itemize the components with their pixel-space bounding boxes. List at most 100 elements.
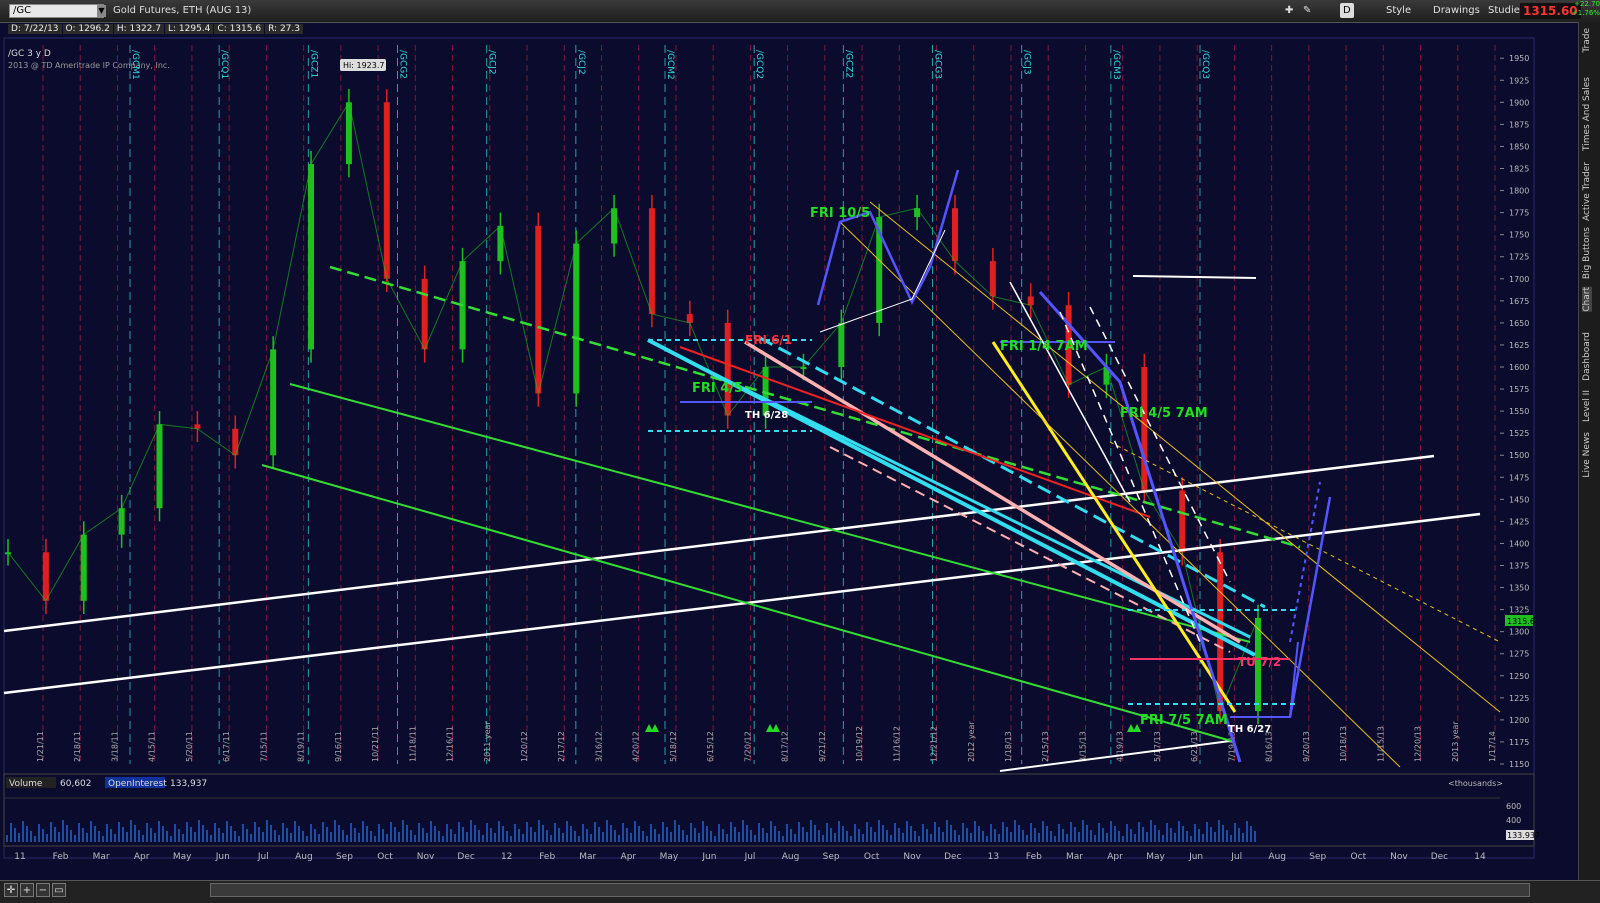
contract-label: /GCJ3: [1022, 50, 1032, 75]
volume-bar: [406, 825, 408, 842]
month-label: Jun: [1188, 852, 1203, 862]
zoom-out-icon[interactable]: −: [36, 883, 50, 897]
date-label: 8/16/13: [1265, 731, 1274, 762]
aggregation-button[interactable]: D: [1340, 3, 1354, 18]
price-chart[interactable]: /GC 3 y D 2013 @ TD Ameritrade IP Compan…: [0, 22, 1578, 880]
white-horizontal[interactable]: [1132, 275, 1257, 279]
date-label: 11/18/11: [408, 726, 417, 762]
cyan-dashed-line[interactable]: [759, 336, 1266, 609]
volume-bar: [1234, 823, 1236, 842]
volume-bar: [262, 832, 264, 842]
volume-bar: [86, 833, 88, 842]
date-label: 2/17/12: [557, 731, 566, 762]
volume-bar: [38, 824, 40, 842]
month-label: Jul: [257, 852, 269, 862]
crosshair-icon[interactable]: ✚: [1282, 3, 1296, 18]
pink-line[interactable]: [744, 340, 1241, 644]
volume-bar: [1026, 835, 1028, 842]
volume-bar: [222, 833, 224, 842]
volume-bar: [778, 831, 780, 842]
volume-bar: [422, 828, 424, 842]
contract-label: /GCM2: [665, 50, 675, 80]
drawings-button[interactable]: Drawings: [1430, 3, 1483, 18]
price-tick-label: 1900: [1509, 98, 1529, 107]
volume-bar: [102, 836, 104, 842]
volume-bar: [1046, 826, 1048, 842]
pencil-icon[interactable]: ✎: [1300, 3, 1314, 18]
volume-bar: [762, 828, 764, 842]
volume-bar: [1098, 823, 1100, 842]
price-series: [5, 89, 1261, 725]
style-button[interactable]: Style: [1383, 3, 1414, 18]
volume-bar: [342, 830, 344, 842]
sidebar-tab-level-ii[interactable]: Level II: [1582, 390, 1592, 422]
volume-bar: [46, 834, 48, 842]
volume-bar: [326, 827, 328, 842]
volume-bar: [1214, 832, 1216, 842]
volume-bar: [538, 820, 540, 842]
zoom-in-icon[interactable]: +: [20, 883, 34, 897]
volume-bar: [62, 820, 64, 842]
price-tick-label: 1375: [1509, 562, 1529, 571]
volume-bar: [962, 823, 964, 842]
volume-bar: [1154, 825, 1156, 842]
volume-bar: [1118, 831, 1120, 842]
sidebar-tab-chart[interactable]: Chart: [1582, 287, 1592, 312]
volume-bar: [874, 832, 876, 842]
volume-bar: [1190, 836, 1192, 842]
volume-bar: [514, 824, 516, 842]
sidebar-tab-big-buttons[interactable]: Big Buttons: [1582, 227, 1592, 279]
date-label: 1/18/13: [1004, 731, 1013, 762]
volume-bar: [446, 824, 448, 842]
month-label: 13: [988, 852, 999, 862]
contract-label: /GCM3: [1111, 50, 1121, 80]
symbol-input[interactable]: /GC: [9, 4, 104, 18]
annotation-fri-7-5: FRI 7/5 7AM: [1140, 713, 1228, 728]
symbol-dropdown-icon[interactable]: ▼: [97, 5, 106, 17]
volume-bar: [106, 824, 108, 842]
trendline-drawings[interactable]: [3, 169, 1501, 772]
price-candle-body: [308, 164, 315, 350]
price-candle-body: [838, 322, 845, 368]
date-label: 2/15/13: [1041, 731, 1050, 762]
volume-bar: [714, 836, 716, 842]
price-candle-body: [535, 225, 542, 394]
volume-bar: [774, 826, 776, 842]
volume-bar: [282, 823, 284, 842]
volume-bar: [26, 826, 28, 842]
volume-units: <thousands>: [1448, 779, 1503, 788]
fit-icon[interactable]: ▭: [52, 883, 66, 897]
volume-bar: [434, 826, 436, 842]
volume-bar: [1086, 825, 1088, 842]
price-tick-label: 1625: [1509, 341, 1529, 350]
volume-bar: [398, 832, 400, 842]
date-label: 3/16/12: [594, 731, 603, 762]
horizontal-scrollbar[interactable]: [210, 883, 1530, 897]
volume-bar: [730, 822, 732, 842]
volume-bar: [254, 822, 256, 842]
sidebar-tab-active-trader[interactable]: Active Trader: [1582, 162, 1592, 221]
month-label: Sep: [1309, 852, 1326, 862]
price-tick-label: 1300: [1509, 628, 1529, 637]
annotation-fri-10-5: FRI 10/5: [810, 206, 870, 221]
volume-bar: [798, 822, 800, 842]
date-label: 11/16/12: [892, 726, 901, 762]
volume-bar: [1186, 831, 1188, 842]
price-tick-label: 1575: [1509, 385, 1529, 394]
price-tick-label: 1825: [1509, 165, 1529, 174]
sidebar-tab-live-news[interactable]: Live News: [1582, 432, 1592, 478]
sidebar-tab-trade[interactable]: Trade: [1582, 28, 1592, 53]
month-label: Sep: [823, 852, 840, 862]
volume-bar: [478, 830, 480, 842]
volume-bar: [394, 827, 396, 842]
sidebar-tab-dashboard[interactable]: Dashboard: [1582, 332, 1592, 381]
volume-bar: [954, 830, 956, 842]
volume-bar: [350, 823, 352, 842]
sidebar-tab-times-and-sales[interactable]: Times And Sales: [1582, 77, 1592, 151]
blue-projection-2[interactable]: [1230, 641, 1299, 718]
date-label: 5/17/13: [1153, 731, 1162, 762]
volume-bar: [1170, 828, 1172, 842]
crosshair-zoom-icon[interactable]: ✛: [4, 883, 18, 897]
volume-bar: [1202, 834, 1204, 842]
white-thin-polyline[interactable]: [819, 229, 946, 333]
